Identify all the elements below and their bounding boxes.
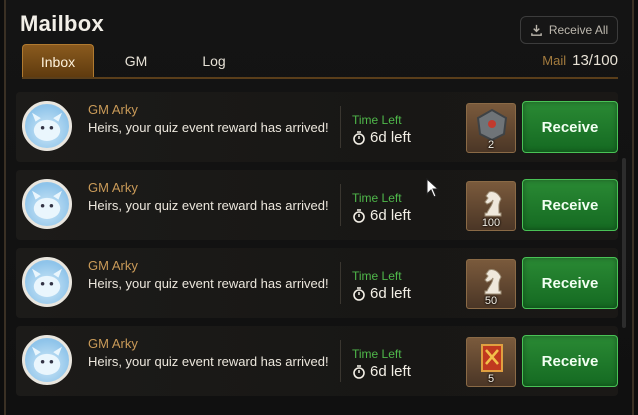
- stopwatch-icon: [353, 130, 365, 145]
- time-left: 6d left: [352, 207, 411, 224]
- row-divider: [340, 340, 341, 382]
- time-left-label: Time Left: [352, 191, 402, 205]
- stopwatch-icon: [353, 286, 365, 301]
- receive-button[interactable]: Receive: [522, 101, 618, 153]
- mail-list: GM Arky Heirs, your quiz event reward ha…: [16, 92, 618, 404]
- receive-button[interactable]: Receive: [522, 335, 618, 387]
- tab-inbox[interactable]: Inbox: [22, 44, 94, 78]
- dragon-mascot-icon: [32, 190, 62, 219]
- crossed-swords-banner-icon: [481, 344, 503, 372]
- mail-sender: GM Arky: [88, 258, 138, 273]
- mail-row[interactable]: GM Arky Heirs, your quiz event reward ha…: [16, 326, 618, 396]
- reward-item-slot[interactable]: 2: [466, 103, 516, 153]
- dragon-mascot-icon: [32, 268, 62, 297]
- sender-avatar: [22, 257, 72, 307]
- stopwatch-icon: [353, 208, 365, 223]
- mouse-cursor-icon: [426, 178, 440, 198]
- dragon-mascot-icon: [32, 346, 62, 375]
- reward-item-slot[interactable]: 50: [466, 259, 516, 309]
- stopwatch-icon: [353, 364, 365, 379]
- reward-item-qty: 50: [484, 295, 498, 307]
- mail-row[interactable]: GM Arky Heirs, your quiz event reward ha…: [16, 248, 618, 318]
- mail-row[interactable]: GM Arky Heirs, your quiz event reward ha…: [16, 92, 618, 162]
- mail-sender: GM Arky: [88, 336, 138, 351]
- row-divider: [340, 106, 341, 148]
- mail-counter-label: Mail: [542, 53, 567, 68]
- mail-counter-value: 13/100: [572, 52, 618, 69]
- sender-avatar: [22, 335, 72, 385]
- chess-knight-icon: [484, 269, 502, 295]
- reward-item-qty: 2: [487, 139, 495, 151]
- time-left-label: Time Left: [352, 113, 402, 127]
- tab-underline: [22, 77, 618, 79]
- time-left: 6d left: [352, 129, 411, 146]
- sender-avatar: [22, 179, 72, 229]
- mailbox-title: Mailbox: [20, 11, 104, 36]
- time-left-value: 6d left: [370, 363, 411, 380]
- receive-button[interactable]: Receive: [522, 179, 618, 231]
- mail-sender: GM Arky: [88, 102, 138, 117]
- reward-item-qty: 5: [487, 373, 495, 385]
- mail-message: Heirs, your quiz event reward has arrive…: [88, 120, 329, 135]
- mail-counter: Mail 13/100: [542, 52, 618, 69]
- reward-item-slot[interactable]: 5: [466, 337, 516, 387]
- download-icon: [530, 24, 542, 36]
- time-left: 6d left: [352, 285, 411, 302]
- receive-button[interactable]: Receive: [522, 257, 618, 309]
- tab-log[interactable]: Log: [178, 44, 250, 78]
- mail-sender: GM Arky: [88, 180, 138, 195]
- time-left-value: 6d left: [370, 285, 411, 302]
- time-left-label: Time Left: [352, 269, 402, 283]
- dragon-mascot-icon: [32, 112, 62, 141]
- receive-all-label: Receive All: [548, 23, 609, 37]
- scrollbar[interactable]: [622, 158, 626, 328]
- gem-stone-icon: [476, 108, 508, 142]
- receive-all-button[interactable]: Receive All: [520, 16, 618, 44]
- sender-avatar: [22, 101, 72, 151]
- time-left-value: 6d left: [370, 129, 411, 146]
- row-divider: [340, 262, 341, 304]
- time-left-label: Time Left: [352, 347, 402, 361]
- reward-item-qty: 100: [481, 217, 501, 229]
- mail-message: Heirs, your quiz event reward has arrive…: [88, 276, 329, 291]
- reward-item-slot[interactable]: 100: [466, 181, 516, 231]
- row-divider: [340, 184, 341, 226]
- chess-knight-icon: [484, 191, 502, 217]
- mail-tabs: Inbox GM Log: [22, 44, 256, 78]
- mail-message: Heirs, your quiz event reward has arrive…: [88, 198, 329, 213]
- mail-row[interactable]: GM Arky Heirs, your quiz event reward ha…: [16, 170, 618, 240]
- mail-message: Heirs, your quiz event reward has arrive…: [88, 354, 329, 369]
- time-left-value: 6d left: [370, 207, 411, 224]
- tab-gm[interactable]: GM: [100, 44, 172, 78]
- time-left: 6d left: [352, 363, 411, 380]
